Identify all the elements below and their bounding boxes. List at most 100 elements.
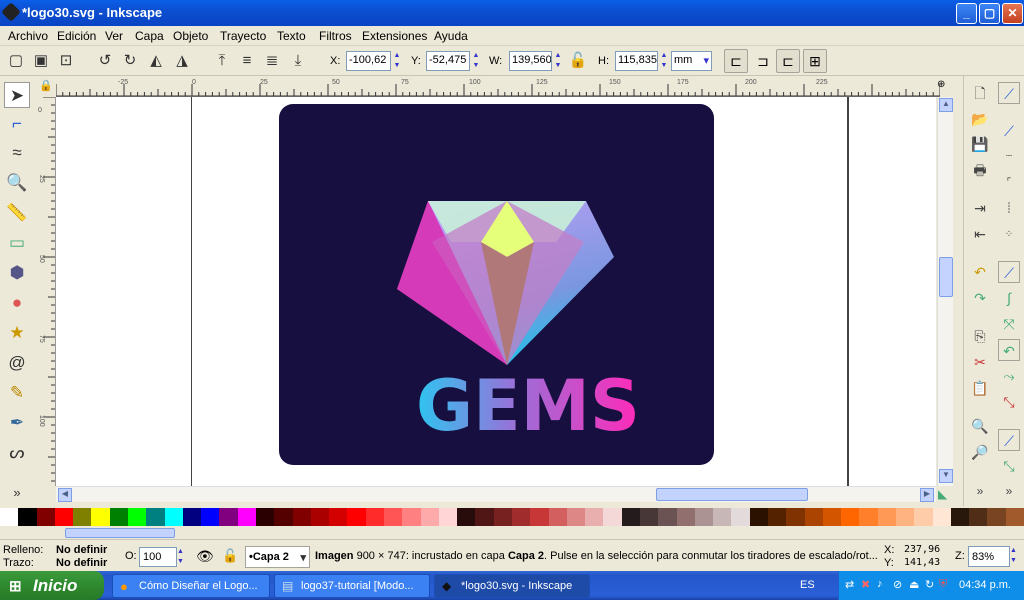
safely-remove-icon[interactable]: ⏏	[909, 578, 919, 591]
palette-swatch[interactable]	[146, 508, 166, 526]
snap-bbox-corners-icon[interactable]: ⌜	[998, 172, 1020, 194]
ellipse-tool-icon[interactable]: ●	[4, 290, 30, 316]
palette-swatch[interactable]	[310, 508, 330, 526]
palette-swatch[interactable]	[950, 508, 970, 526]
h-spin-icon[interactable]: ▲ ▼	[658, 51, 670, 71]
palette-swatch[interactable]	[0, 508, 19, 526]
selector-tool-icon[interactable]: ➤	[4, 82, 30, 108]
palette-swatch[interactable]	[18, 508, 38, 526]
spiral-tool-icon[interactable]: @	[4, 350, 30, 376]
palette-swatch[interactable]	[73, 508, 92, 526]
more-snap-icon[interactable]: »	[998, 480, 1020, 502]
export-icon[interactable]: ⇤	[969, 223, 991, 245]
menu-capa[interactable]: Capa	[135, 29, 164, 43]
palette-swatch[interactable]	[877, 508, 897, 526]
palette-scroll-thumb[interactable]	[65, 528, 175, 538]
measure-tool-icon[interactable]: 📏	[4, 200, 30, 226]
palette-swatch[interactable]	[676, 508, 696, 526]
palette-swatch[interactable]	[768, 508, 787, 526]
drawing-canvas[interactable]: GEMS	[56, 97, 936, 486]
opacity-spin-icon[interactable]: ▲ ▼	[177, 547, 188, 567]
raise-to-top-icon[interactable]: ⤒	[212, 51, 232, 71]
palette-swatch[interactable]	[731, 508, 751, 526]
zoom-spin-icon[interactable]: ▲ ▼	[1010, 546, 1022, 567]
tweak-tool-icon[interactable]: ≈	[4, 140, 30, 166]
zoom-1to1-icon[interactable]: ⊕	[937, 79, 955, 95]
menu-extensiones[interactable]: Extensiones	[362, 29, 427, 43]
menu-filtros[interactable]: Filtros	[319, 29, 352, 43]
palette-swatch[interactable]	[237, 508, 257, 526]
palette-swatch[interactable]	[109, 508, 129, 526]
sound-icon[interactable]: ♪	[877, 578, 883, 590]
palette-swatch[interactable]	[457, 508, 476, 526]
palette-swatch[interactable]	[987, 508, 1007, 526]
palette-swatch[interactable]	[786, 508, 806, 526]
h-input[interactable]: 115,835	[615, 51, 658, 71]
pen-tool-icon[interactable]: ✒	[4, 410, 30, 436]
start-button[interactable]: ⊞ Inicio	[0, 571, 104, 600]
more-commands-icon[interactable]: »	[969, 480, 991, 502]
redo-icon[interactable]: ↷	[969, 287, 991, 309]
palette-swatch[interactable]	[713, 508, 732, 526]
open-icon[interactable]: 📂	[969, 108, 991, 130]
palette-swatch[interactable]	[694, 508, 714, 526]
cut-icon[interactable]: ✂	[969, 351, 991, 373]
opacity-input[interactable]: 100	[139, 547, 177, 567]
palette-swatch[interactable]	[365, 508, 385, 526]
layer-lock-icon[interactable]: 🔓	[222, 548, 238, 564]
w-input[interactable]: 139,560	[509, 51, 552, 71]
minimize-button[interactable]: _	[956, 3, 977, 24]
menu-objeto[interactable]: Objeto	[173, 29, 208, 43]
maximize-button[interactable]: ▢	[979, 3, 1000, 24]
palette-swatch[interactable]	[256, 508, 275, 526]
gems-logo-image[interactable]: GEMS	[56, 97, 936, 486]
palette-swatch[interactable]	[914, 508, 934, 526]
palette-swatch[interactable]	[658, 508, 678, 526]
palette-swatch[interactable]	[822, 508, 842, 526]
new-document-icon[interactable]: 🗋	[969, 82, 991, 104]
scroll-up-icon[interactable]: ▲	[939, 98, 953, 112]
palette-swatch[interactable]	[566, 508, 586, 526]
palette-swatch[interactable]	[274, 508, 294, 526]
palette-swatch[interactable]	[420, 508, 440, 526]
palette-swatch[interactable]	[36, 508, 56, 526]
palette-swatch[interactable]	[969, 508, 988, 526]
box-3d-tool-icon[interactable]: ⬢	[4, 260, 30, 286]
palette-swatch[interactable]	[329, 508, 348, 526]
palette-swatch[interactable]	[347, 508, 367, 526]
clock[interactable]: 04:34 p.m.	[959, 579, 1011, 591]
zoom-input[interactable]: 83%	[968, 546, 1010, 567]
snap-bbox-edges-icon[interactable]: ┈	[998, 146, 1020, 168]
flip-vertical-icon[interactable]: ◮	[172, 51, 192, 71]
fill-value[interactable]: No definir	[56, 544, 107, 556]
menu-ayuda[interactable]: Ayuda	[434, 29, 468, 43]
rotate-cw-icon[interactable]: ↻	[120, 51, 140, 71]
palette-swatch[interactable]	[91, 508, 111, 526]
palette-swatch[interactable]	[493, 508, 513, 526]
snap-enable-icon[interactable]: ⟋	[998, 82, 1020, 104]
palette-swatch[interactable]	[804, 508, 824, 526]
zoom-selection-icon[interactable]: 🔍	[969, 415, 991, 437]
y-spin-icon[interactable]: ▲ ▼	[470, 51, 482, 71]
y-input[interactable]: -52,475	[426, 51, 470, 71]
menu-ver[interactable]: Ver	[105, 29, 123, 43]
snap-bbox-icon[interactable]: ⟋	[998, 120, 1020, 142]
paste-icon[interactable]: 📋	[969, 377, 991, 399]
menu-texto[interactable]: Texto	[277, 29, 306, 43]
palette-swatch[interactable]	[896, 508, 915, 526]
print-icon[interactable]: 🖶	[969, 159, 991, 181]
snap-midpoints-icon[interactable]: ⤡	[998, 391, 1020, 413]
select-all-layers-icon[interactable]: ▣	[31, 51, 51, 71]
w-spin-icon[interactable]: ▲ ▼	[552, 51, 564, 71]
more-tools-icon[interactable]: »	[4, 480, 30, 506]
palette-swatch[interactable]	[640, 508, 659, 526]
zoom-tool-icon[interactable]: 🔍	[4, 170, 30, 196]
scroll-down-icon[interactable]: ▼	[939, 469, 953, 483]
palette-swatch[interactable]	[54, 508, 74, 526]
snap-bbox-centers-icon[interactable]: ⁘	[998, 224, 1020, 246]
deselect-icon[interactable]: ⊡	[56, 51, 76, 71]
snap-paths-icon[interactable]: ∫	[998, 287, 1020, 309]
snap-nodes-icon[interactable]: ⟋	[998, 261, 1020, 283]
menu-edicion[interactable]: Edición	[57, 29, 96, 43]
snap-centers-icon[interactable]: ⤡	[998, 455, 1020, 477]
